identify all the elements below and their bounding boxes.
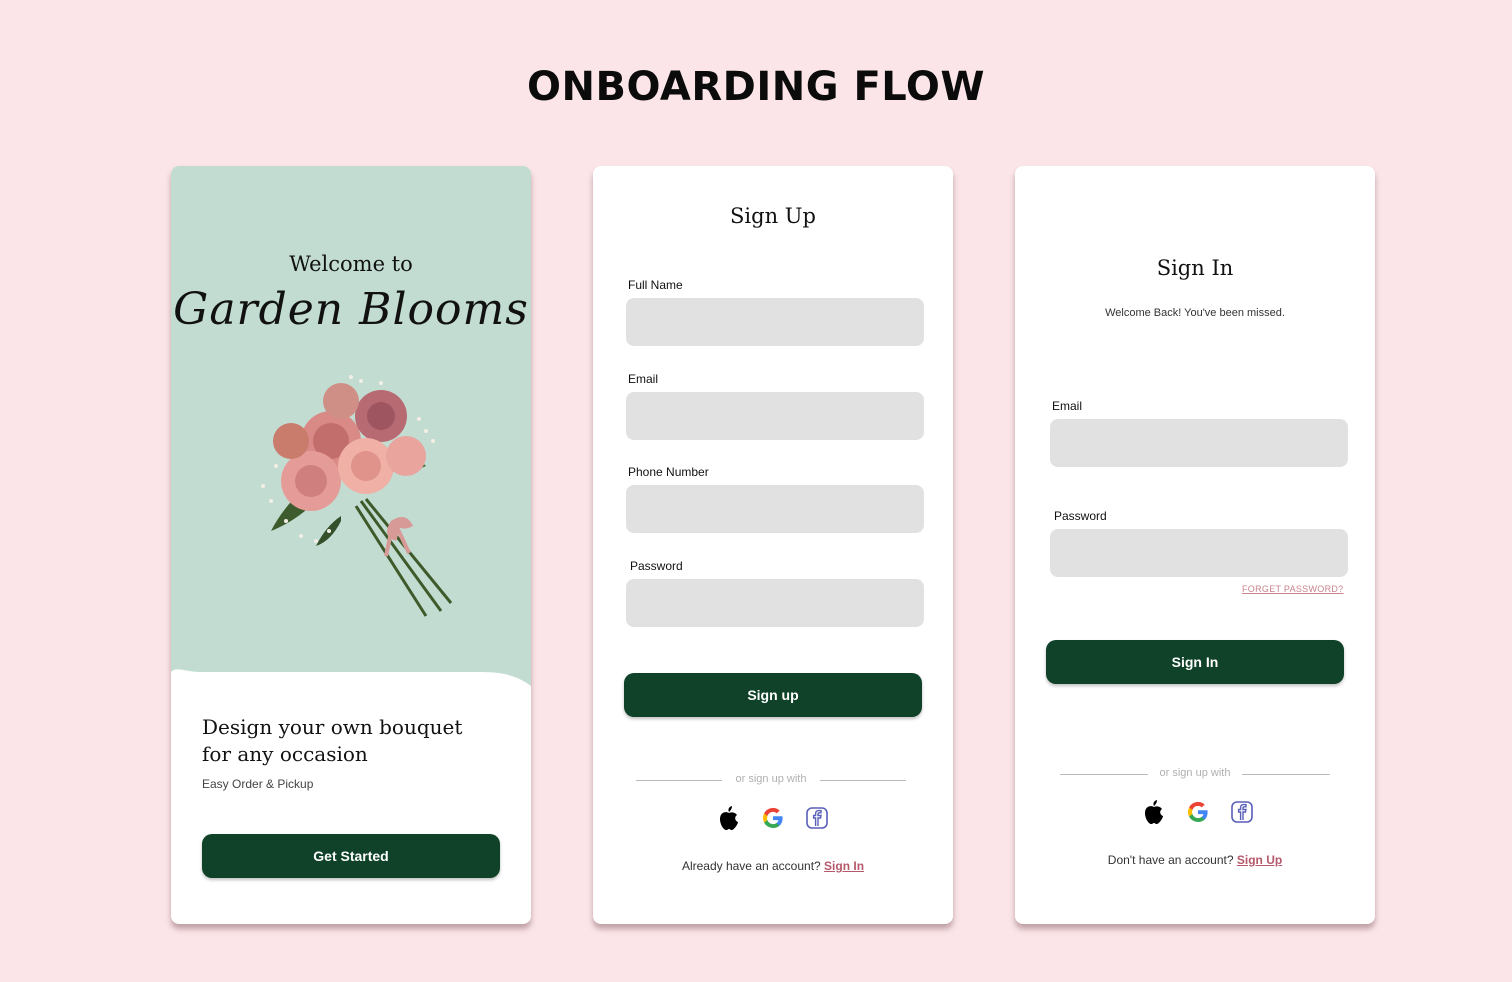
brand-logo: Garden Blooms	[173, 284, 529, 335]
divider-text: or sign up with	[1159, 767, 1231, 779]
email-input[interactable]	[1050, 419, 1348, 467]
facebook-icon[interactable]	[1228, 798, 1256, 826]
headline-line-2: for any occasion	[202, 742, 368, 766]
signin-title: Sign In	[1156, 256, 1234, 280]
phone-label: Phone Number	[628, 465, 709, 479]
email-label: Email	[1052, 399, 1083, 413]
social-divider: or sign up with	[636, 773, 906, 787]
password-input[interactable]	[626, 579, 924, 627]
password-label: Password	[630, 559, 683, 573]
sign-up-link[interactable]: Sign Up	[1237, 853, 1282, 867]
forgot-password-link[interactable]: FORGET PASSWORD?	[1242, 584, 1343, 594]
signin-screen: Sign In Welcome Back! You've been missed…	[1015, 166, 1375, 924]
signin-prompt-text: Already have an account?	[681, 859, 821, 873]
divider-text: or sign up with	[735, 773, 807, 785]
email-input[interactable]	[626, 392, 924, 440]
password-label: Password	[1054, 509, 1107, 523]
phone-input[interactable]	[626, 485, 924, 533]
subline: Easy Order & Pickup	[202, 777, 314, 791]
page-title: ONBOARDING FLOW	[527, 64, 985, 110]
facebook-icon[interactable]	[803, 804, 831, 832]
social-buttons	[1140, 798, 1270, 826]
welcome-screen: Welcome to Garden Blooms Design your own…	[171, 166, 531, 924]
signup-prompt: Don't have an account? Sign Up	[1015, 853, 1375, 867]
email-label: Email	[628, 372, 659, 386]
sign-in-link[interactable]: Sign In	[824, 859, 864, 873]
social-buttons	[715, 804, 845, 832]
social-divider: or sign up with	[1060, 767, 1330, 781]
headline: Design your own bouquet for any occasion	[202, 714, 502, 768]
full-name-input[interactable]	[626, 298, 924, 346]
divider-line-right	[820, 780, 906, 781]
google-icon[interactable]	[1184, 798, 1212, 826]
sign-up-button[interactable]: Sign up	[624, 673, 922, 717]
apple-icon[interactable]	[1140, 798, 1168, 826]
divider-line-right	[1242, 774, 1330, 775]
signup-prompt-text: Don't have an account?	[1107, 853, 1234, 867]
bouquet-image	[261, 375, 453, 617]
password-input[interactable]	[1050, 529, 1348, 577]
signup-title: Sign Up	[730, 204, 816, 228]
headline-line-1: Design your own bouquet	[202, 715, 463, 739]
apple-icon[interactable]	[715, 804, 743, 832]
sign-in-button[interactable]: Sign In	[1046, 640, 1344, 684]
full-name-label: Full Name	[628, 278, 683, 292]
signin-prompt: Already have an account? Sign In	[593, 859, 953, 873]
get-started-button[interactable]: Get Started	[202, 834, 500, 878]
welcome-heading: Welcome to	[289, 252, 413, 276]
google-icon[interactable]	[759, 804, 787, 832]
signup-screen: Sign Up Full Name Email Phone Number Pas…	[593, 166, 953, 924]
signin-subtitle: Welcome Back! You've been missed.	[1105, 307, 1285, 319]
